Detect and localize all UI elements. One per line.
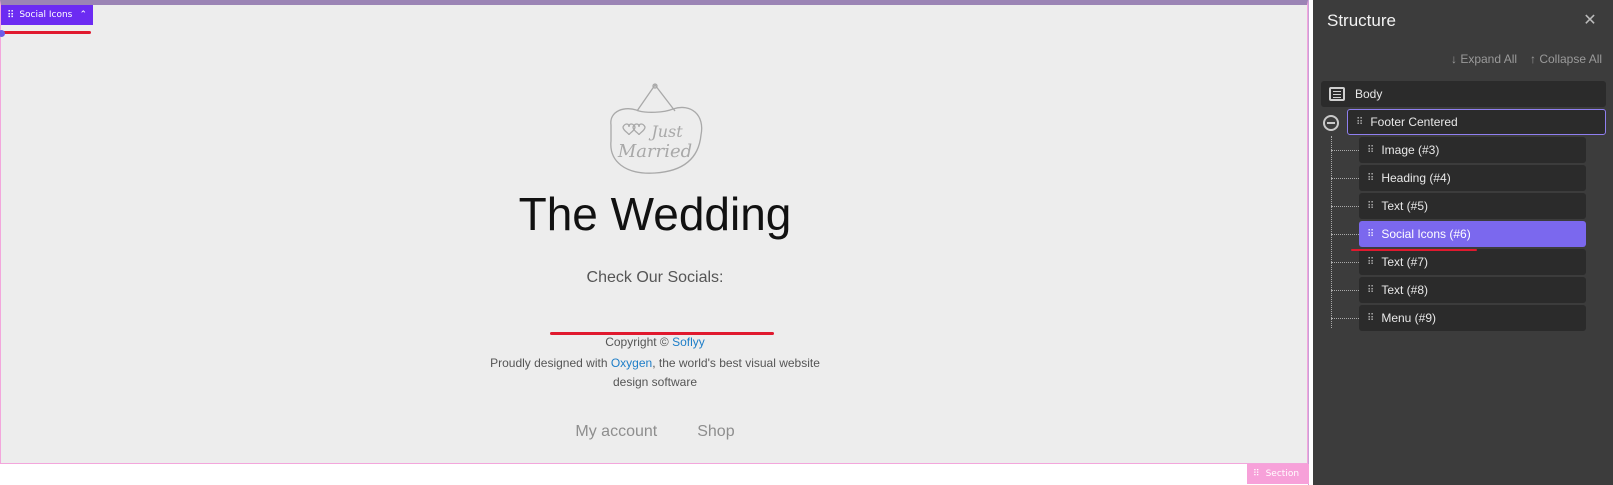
hanger-string [636, 83, 676, 112]
tree-item-menu[interactable]: ⠿ Menu (#9) [1359, 305, 1586, 331]
tree-item-text-7[interactable]: ⠿ Text (#7) [1359, 249, 1586, 275]
section-badge[interactable]: ⠿ Section [1247, 464, 1309, 484]
copyright-text[interactable]: Copyright © Soflyy [1, 335, 1309, 349]
tree-item-label: Image (#3) [1381, 143, 1440, 157]
drag-handle-icon[interactable]: ⠿ [1356, 117, 1363, 128]
tree-connector [1331, 150, 1359, 151]
oxygen-link[interactable]: Oxygen [611, 356, 652, 370]
builder-canvas[interactable]: ⠿ Social Icons ⌃ Just Married The Weddin… [0, 0, 1309, 485]
tree-item-image[interactable]: ⠿ Image (#3) [1359, 137, 1586, 163]
tree-item-text-8[interactable]: ⠿ Text (#8) [1359, 277, 1586, 303]
section-badge-label: Section [1265, 469, 1300, 479]
tree-item-social-icons[interactable]: ⠿ Social Icons (#6) [1359, 221, 1586, 247]
tree-item-heading[interactable]: ⠿ Heading (#4) [1359, 165, 1586, 191]
selected-element-label: Social Icons [19, 10, 73, 20]
menu-item-shop[interactable]: Shop [697, 423, 734, 441]
tree-item-label: Text (#7) [1381, 255, 1429, 269]
drag-handle-icon[interactable]: ⠿ [7, 10, 14, 21]
designed-prefix: Proudly designed with [490, 356, 611, 370]
footer-menu[interactable]: My account Shop [1, 423, 1309, 441]
tree-item-label: Menu (#9) [1381, 311, 1437, 325]
tree-item-label: Footer Centered [1370, 115, 1458, 129]
expand-all-button[interactable]: ↓ Expand All [1451, 52, 1517, 66]
designed-with-text[interactable]: Proudly designed with Oxygen, the world'… [471, 354, 839, 392]
tree-item-label: Social Icons (#6) [1381, 227, 1471, 241]
footer-section[interactable]: ⠿ Social Icons ⌃ Just Married The Weddin… [0, 0, 1308, 464]
panel-title: Structure [1327, 11, 1396, 30]
logo-line1: Just [648, 122, 683, 141]
selected-element-badge[interactable]: ⠿ Social Icons ⌃ [1, 5, 93, 25]
drag-handle-icon[interactable]: ⠿ [1367, 173, 1374, 184]
tree-item-footer-centered[interactable]: ⠿ Footer Centered [1347, 109, 1606, 135]
tree-connector [1331, 178, 1359, 179]
socials-text[interactable]: Check Our Socials: [1, 269, 1309, 287]
collapse-all-button[interactable]: ↑ Collapse All [1530, 52, 1602, 66]
tree-connector [1331, 136, 1332, 328]
tree-item-label: Text (#8) [1381, 283, 1429, 297]
tree-connector [1331, 206, 1359, 207]
copyright-prefix: Copyright © [605, 335, 673, 349]
drag-handle-icon[interactable]: ⠿ [1253, 469, 1260, 479]
tree-connector [1331, 318, 1359, 319]
chevron-up-icon[interactable]: ⌃ [79, 10, 87, 20]
structure-panel: Structure ✕ ↓ Expand All ↑ Collapse All … [1313, 0, 1613, 485]
drag-handle-icon[interactable]: ⠿ [1367, 313, 1374, 324]
tree-item-label: Heading (#4) [1381, 171, 1451, 185]
collapse-minus-icon[interactable] [1323, 115, 1339, 131]
tree-item-label: Text (#5) [1381, 199, 1429, 213]
tree-connector [1331, 234, 1359, 235]
drag-handle-icon[interactable]: ⠿ [1367, 145, 1374, 156]
drag-handle-icon[interactable]: ⠿ [1367, 285, 1374, 296]
menu-item-my-account[interactable]: My account [575, 423, 657, 441]
annotation-underline [3, 31, 91, 34]
soflyy-link[interactable]: Soflyy [672, 335, 705, 349]
app: ⠿ Social Icons ⌃ Just Married The Weddin… [0, 0, 1613, 485]
tree-item-text-5[interactable]: ⠿ Text (#5) [1359, 193, 1586, 219]
tree-item-label: Body [1355, 87, 1383, 101]
footer-heading[interactable]: The Wedding [1, 187, 1309, 241]
drag-handle-icon[interactable]: ⠿ [1367, 201, 1374, 212]
tree-connector [1331, 290, 1359, 291]
close-icon[interactable]: ✕ [1581, 12, 1599, 30]
logo-line2: Married [617, 141, 692, 162]
drag-handle-icon[interactable]: ⠿ [1367, 229, 1374, 240]
tree-item-body[interactable]: Body [1321, 81, 1606, 107]
tree-connector [1331, 262, 1359, 263]
resize-handle[interactable] [0, 30, 5, 37]
drag-handle-icon[interactable]: ⠿ [1367, 257, 1374, 268]
just-married-logo[interactable]: Just Married [601, 83, 709, 181]
document-icon [1329, 87, 1345, 101]
annotation-underline [1351, 249, 1477, 251]
